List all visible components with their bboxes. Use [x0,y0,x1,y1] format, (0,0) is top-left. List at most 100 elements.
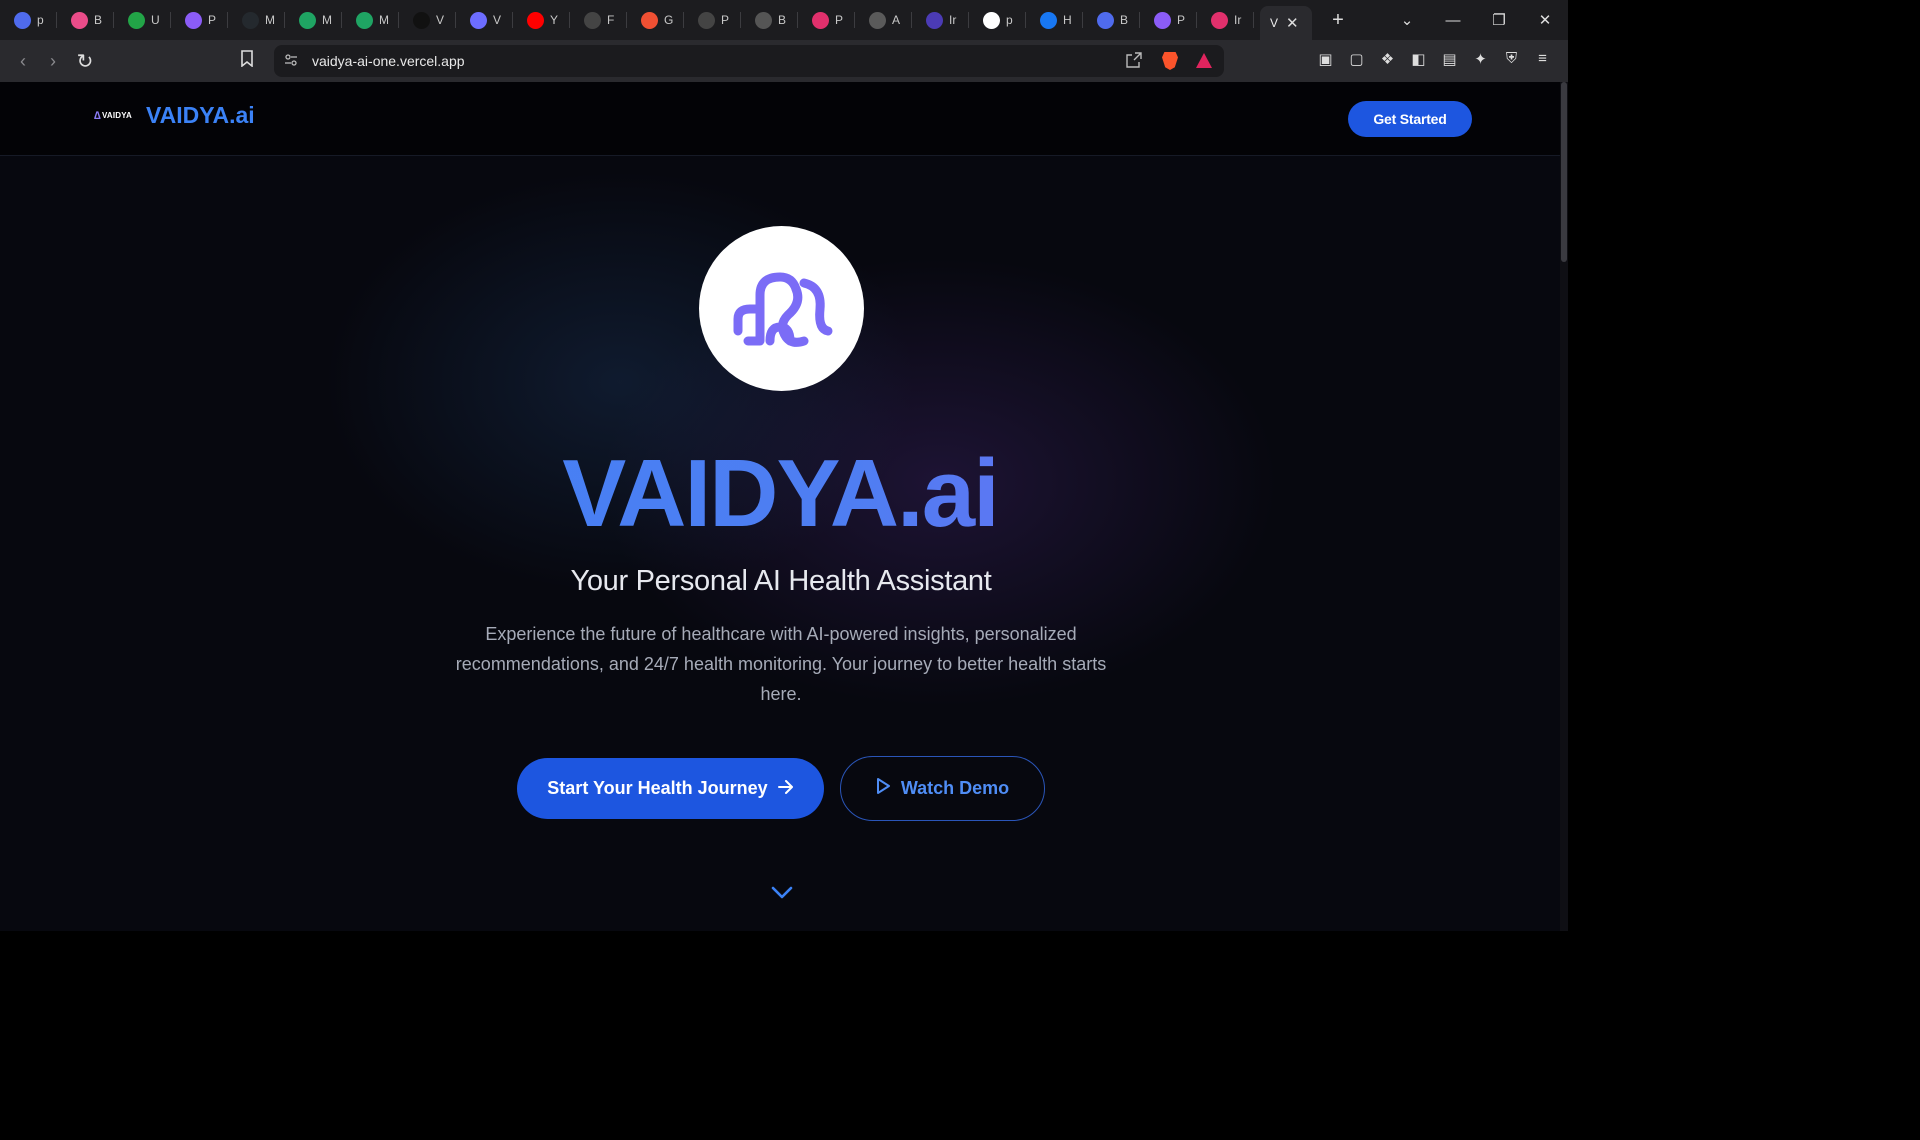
start-health-journey-label: Start Your Health Journey [547,778,768,798]
youtube-icon [527,11,544,29]
active-tab[interactable]: V ✕ [1260,6,1312,40]
brand-logo-text: VAIDYA [101,111,133,120]
share-icon[interactable] [1126,52,1142,72]
globe-icon [755,11,772,29]
window-controls: ⌄ — ❐ ✕ [1384,0,1568,40]
back-icon[interactable]: ‹ [8,51,38,72]
c-icon [1040,11,1057,29]
close-window-button[interactable]: ✕ [1522,11,1568,29]
browser-tab-label: Ir [1234,13,1242,27]
close-tab-icon[interactable]: ✕ [1286,14,1299,32]
browser-tab[interactable]: p [969,0,1026,40]
browser-tab-bar: p B U P M M M V V Y F G P B P A Ir p H B P Ir V ✕ + ⌄ — ❐ ✕ [0,0,1568,40]
browser-tab-label: U [151,13,160,27]
brand[interactable]: ∆ VAIDYA VAIDYA.ai [94,102,255,129]
sidebar-icon[interactable]: ◧ [1403,50,1434,68]
browser-tab-label: Ir [949,13,957,27]
address-bar-row: ‹ › ↻ vaidya-ai-one.vercel.app ▣ ▢ ❖ ◧ ▤… [0,40,1568,82]
page: ∆ VAIDYA VAIDYA.ai Get Started VAIDYA.ai… [0,82,1568,931]
dribbble-icon [71,11,88,29]
app-icon [470,11,487,29]
start-health-journey-button[interactable]: Start Your Health Journey [517,758,824,819]
browser-tab-label: P [721,13,730,27]
browser-tab[interactable]: p [0,0,57,40]
menu-icon[interactable]: ≡ [1527,50,1558,68]
browser-tab[interactable]: P [1140,0,1197,40]
scrollbar[interactable] [1560,82,1568,931]
watch-demo-button[interactable]: Watch Demo [840,756,1045,821]
browser-tab-label: p [1006,13,1013,27]
browser-tab[interactable]: Ir [912,0,969,40]
new-tab-button[interactable]: + [1322,9,1354,32]
browser-tab[interactable]: B [57,0,114,40]
browser-tab[interactable]: V [456,0,513,40]
chatgpt-icon [185,11,202,29]
browser-tab[interactable]: H [1026,0,1083,40]
browser-tab[interactable]: M [342,0,399,40]
browser-tab[interactable]: V [399,0,456,40]
brand-logo: ∆ VAIDYA [94,110,132,122]
browser-tab[interactable]: Y [513,0,570,40]
browser-tab[interactable]: B [741,0,798,40]
vaidya-mark-icon [733,272,832,347]
browser-tab[interactable]: M [285,0,342,40]
browser-tab[interactable]: P [171,0,228,40]
browser-tab-label: F [607,13,615,27]
hero-description: Experience the future of healthcare with… [455,624,1107,704]
tab-search-icon[interactable]: ⌄ [1384,11,1430,29]
browser-tab-label: p [37,13,44,27]
brand-logo-mark-icon: ∆ [94,109,101,122]
site-settings-icon[interactable] [284,53,304,69]
vpn-shield-icon[interactable]: ⛨ [1496,50,1527,68]
browser-tab-label: M [379,13,389,27]
site-header: ∆ VAIDYA VAIDYA.ai Get Started [0,82,1560,156]
browser-tab-label: Y [550,13,559,27]
scrollbar-thumb[interactable] [1561,82,1567,262]
browser-tab[interactable]: G [627,0,684,40]
url-field[interactable]: vaidya-ai-one.vercel.app [274,45,1224,77]
active-tab-label: V [1270,16,1279,30]
reload-icon[interactable]: ↻ [70,49,100,74]
arrow-right-icon [777,778,794,800]
minimize-button[interactable]: — [1430,12,1476,29]
browser-tab-label: V [493,13,502,27]
get-started-button[interactable]: Get Started [1348,101,1472,137]
leo-ai-icon[interactable]: ✦ [1465,50,1496,68]
camera-icon[interactable]: ▣ [1310,50,1341,68]
browser-tab[interactable]: M [228,0,285,40]
bookmark-icon[interactable] [240,50,254,72]
extension-app-icon[interactable]: ▢ [1341,50,1372,68]
brave-rewards-icon[interactable] [1196,53,1212,68]
browser-tab[interactable]: P [798,0,855,40]
brand-name: VAIDYA.ai [146,102,255,128]
messages-icon [1097,11,1114,29]
app-icon [926,11,943,29]
browser-tab[interactable]: F [570,0,627,40]
hero-title: VAIDYA.ai [0,444,1560,544]
six-icon [983,11,1000,29]
instagram-icon [812,11,829,29]
chatgpt-icon [1154,11,1171,29]
browser-tab[interactable]: P [684,0,741,40]
openai-icon [584,11,601,29]
browser-tab-label: B [94,13,103,27]
browser-tab-label: H [1063,13,1072,27]
extension-icons: ▣ ▢ ❖ ◧ ▤ ✦ ⛨ ≡ [1310,50,1558,68]
openai-icon [698,11,715,29]
plus-square-icon [128,11,145,29]
browser-tab[interactable]: U [114,0,171,40]
browser-tab[interactable]: B [1083,0,1140,40]
forward-icon[interactable]: › [38,51,68,72]
drive-icon [299,11,316,29]
restore-button[interactable]: ❐ [1476,11,1522,29]
browser-tab[interactable]: Ir [1197,0,1254,40]
github-icon [242,11,259,29]
brave-shields-icon[interactable] [1162,52,1178,70]
browser-tab[interactable]: A [855,0,912,40]
chevron-down-icon[interactable] [770,884,794,905]
browser-tab-label: G [664,13,674,27]
drive-icon [356,11,373,29]
puzzle-icon[interactable]: ❖ [1372,50,1403,68]
wallet-icon[interactable]: ▤ [1434,50,1465,68]
url-text: vaidya-ai-one.vercel.app [312,53,465,69]
